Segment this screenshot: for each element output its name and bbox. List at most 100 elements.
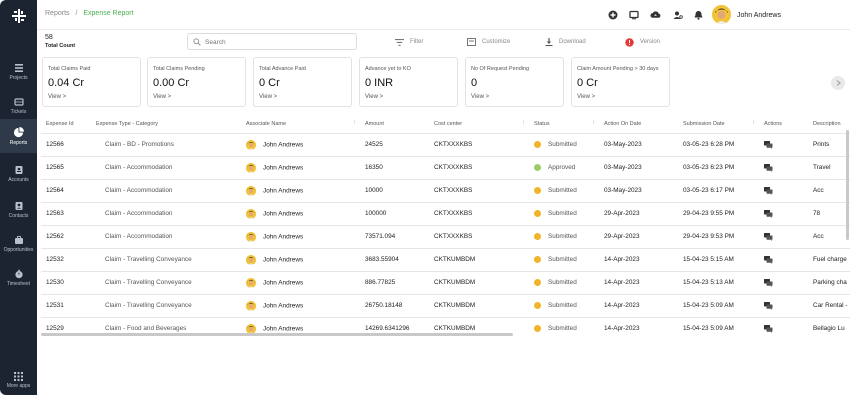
status-cell: Approved xyxy=(529,156,599,180)
column-header[interactable]: Action On Date xyxy=(599,115,678,134)
table-row[interactable]: 12565 Claim - Accommodation John Andrews… xyxy=(41,156,850,180)
comments-icon[interactable] xyxy=(764,255,773,264)
associate-cell: John Andrews xyxy=(241,156,360,180)
sidebar-item-more-apps[interactable]: More apps xyxy=(0,366,37,394)
expense-id-cell: 12563 xyxy=(41,202,91,226)
sidebar-item-contacts[interactable]: Contacts xyxy=(0,193,37,227)
column-header[interactable]: Cost center ↑ xyxy=(429,115,529,134)
sidebar-item-projects[interactable]: Projects xyxy=(0,55,37,89)
sort-arrow-icon[interactable]: ↑ xyxy=(522,120,525,126)
column-header[interactable]: Description xyxy=(808,115,850,134)
associate-cell: John Andrews xyxy=(241,294,360,318)
status-dot xyxy=(534,301,541,309)
briefcase-icon xyxy=(14,236,23,244)
sidebar-item-label: Opportunities xyxy=(3,247,34,253)
column-header[interactable]: Status ↑ xyxy=(529,115,599,134)
comments-icon[interactable] xyxy=(764,278,773,287)
sort-arrow-icon[interactable]: ↑ xyxy=(353,120,356,126)
column-header[interactable]: Submission Date ↑ xyxy=(678,115,759,134)
avatar[interactable] xyxy=(712,5,731,24)
table-row[interactable]: 12563 Claim - Accommodation John Andrews… xyxy=(41,202,850,226)
version-button[interactable]: Version xyxy=(625,37,660,47)
column-header[interactable]: Amount xyxy=(360,115,429,134)
horizontal-scrollbar[interactable] xyxy=(41,333,513,336)
sidebar: Projects Tickets Reports Accounts Contac… xyxy=(0,0,37,395)
add-icon[interactable] xyxy=(607,9,618,20)
monitor-icon[interactable] xyxy=(628,9,639,20)
sidebar-item-timesheet[interactable]: Timesheet xyxy=(0,261,37,295)
comments-icon[interactable] xyxy=(764,301,773,310)
customize-button[interactable]: Customize xyxy=(467,37,510,47)
user-name[interactable]: John Andrews xyxy=(737,12,781,19)
actions-cell xyxy=(759,294,808,318)
summary-card-claims-paid: Total Claims Paid 0.04 Cr View > xyxy=(42,57,141,107)
search-box[interactable] xyxy=(187,33,357,50)
sidebar-item-reports[interactable]: Reports xyxy=(0,119,37,153)
comments-icon[interactable] xyxy=(764,324,773,333)
card-view-link[interactable]: View > xyxy=(48,94,66,100)
search-icon xyxy=(193,38,201,46)
actions-cell xyxy=(759,248,808,272)
associate-name: John Andrews xyxy=(263,233,304,241)
comments-icon[interactable] xyxy=(764,163,773,172)
cards-next-button[interactable] xyxy=(831,76,845,90)
column-header[interactable]: Expense Type - Category xyxy=(91,115,241,134)
card-view-link[interactable]: View > xyxy=(365,94,383,100)
card-view-link[interactable]: View > xyxy=(153,94,171,100)
contacts-icon xyxy=(15,202,22,210)
table-row[interactable]: 12532 Claim - Travelling Conveyance John… xyxy=(41,248,850,272)
search-input[interactable] xyxy=(205,37,350,47)
download-button[interactable]: Download xyxy=(545,37,586,47)
comments-icon[interactable] xyxy=(764,186,773,195)
table-row[interactable]: 12562 Claim - Accommodation John Andrews… xyxy=(41,225,850,249)
cloud-upload-icon[interactable] xyxy=(650,9,661,20)
id-card-icon xyxy=(15,166,22,174)
amount-cell: 24525 xyxy=(360,133,429,157)
filter-button[interactable]: Filter xyxy=(395,37,423,47)
card-value: 0 Cr xyxy=(577,77,598,89)
bell-icon[interactable] xyxy=(693,9,704,20)
toolbar: 58 Total Count Filter Customize Download… xyxy=(37,30,850,54)
vertical-scrollbar[interactable] xyxy=(846,130,849,240)
sidebar-item-label: Timesheet xyxy=(6,281,31,287)
associate-name: John Andrews xyxy=(263,164,304,172)
breadcrumb-separator: / xyxy=(75,10,78,17)
comments-icon[interactable] xyxy=(764,232,773,241)
top-bar: Reports / Expense Report John Andrews xyxy=(37,0,850,30)
sidebar-item-tickets[interactable]: Tickets xyxy=(0,89,37,123)
grid-icon xyxy=(14,371,23,381)
table-row[interactable]: 12564 Claim - Accommodation John Andrews… xyxy=(41,179,850,203)
user-settings-icon[interactable] xyxy=(672,9,683,20)
amount-cell: 886.77825 xyxy=(360,271,429,295)
column-header[interactable]: Expense Id xyxy=(41,115,91,134)
card-value: 0 INR xyxy=(365,77,394,89)
submission-date-cell: 29-04-23 9:55 PM xyxy=(678,202,759,226)
version-label: Version xyxy=(640,39,661,45)
comments-icon[interactable] xyxy=(764,140,773,149)
table-row[interactable]: 12531 Claim - Travelling Conveyance John… xyxy=(41,294,850,318)
status-label: Submitted xyxy=(548,210,577,218)
sidebar-item-accounts[interactable]: Accounts xyxy=(0,157,37,191)
submission-date-cell: 29-04-23 9:53 PM xyxy=(678,225,759,249)
table-row[interactable]: 12530 Claim - Travelling Conveyance John… xyxy=(41,271,850,295)
associate-name: John Andrews xyxy=(263,141,304,149)
filter-label: Filter xyxy=(410,39,424,45)
associate-avatar xyxy=(246,231,256,242)
amount-cell: 10000 xyxy=(360,179,429,203)
breadcrumb-root[interactable]: Reports xyxy=(45,10,70,17)
sidebar-item-opportunities[interactable]: Opportunities xyxy=(0,227,37,261)
card-view-link[interactable]: View > xyxy=(259,94,277,100)
sort-arrow-icon[interactable]: ↑ xyxy=(752,120,755,126)
card-view-link[interactable]: View > xyxy=(471,94,489,100)
comments-icon[interactable] xyxy=(764,209,773,218)
column-header[interactable]: Associate Name ↑ xyxy=(241,115,360,134)
sort-arrow-icon[interactable]: ↑ xyxy=(592,120,595,126)
action-date-cell: 14-Apr-2023 xyxy=(599,248,678,272)
card-view-link[interactable]: View > xyxy=(577,94,595,100)
app-logo[interactable] xyxy=(0,0,37,32)
breadcrumb-current: Expense Report xyxy=(83,10,134,17)
cost-center-cell: CKTXXXKBS xyxy=(429,202,529,226)
expense-id-cell: 12566 xyxy=(41,133,91,157)
submission-date-cell: 15-04-23 5:09 AM xyxy=(678,294,759,318)
table-row[interactable]: 12566 Claim - BD - Promotions John Andre… xyxy=(41,133,850,157)
